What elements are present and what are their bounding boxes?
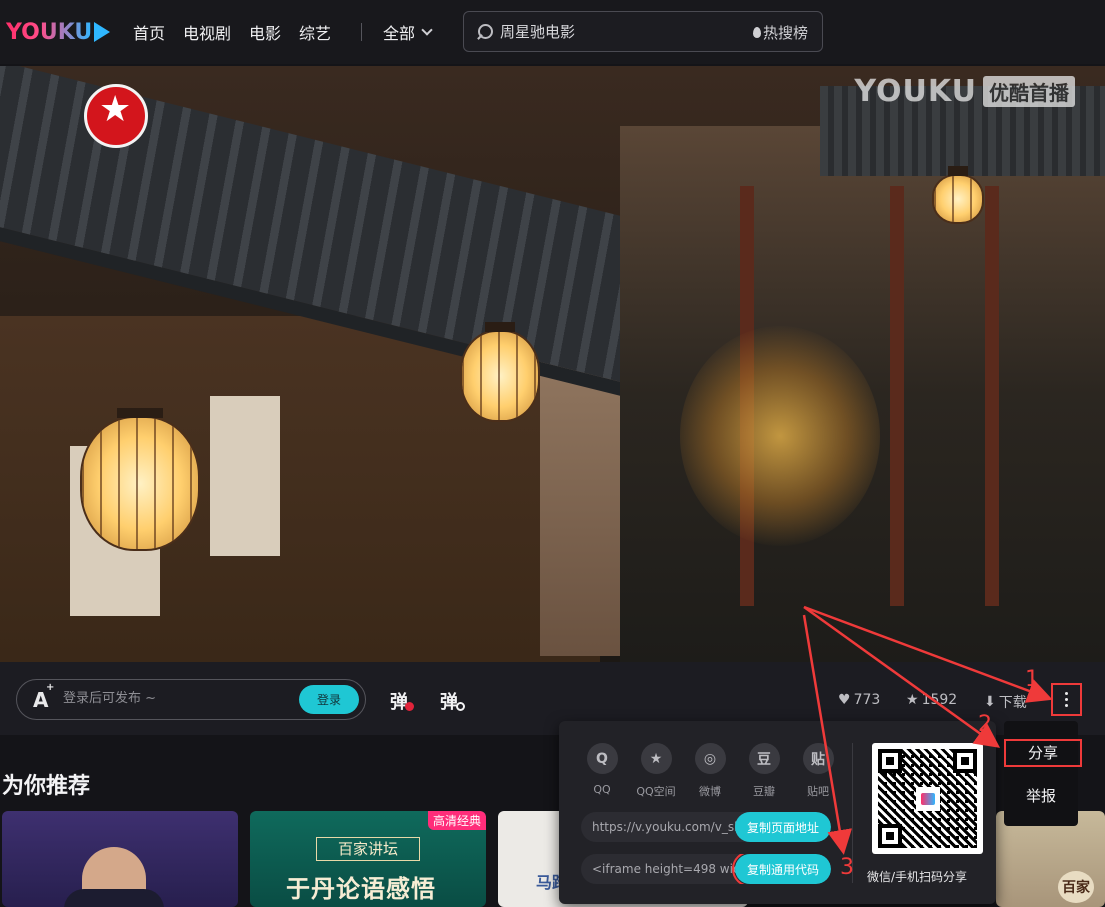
video-watermark: YOUKU 优酷首播: [854, 74, 1075, 109]
hd-classic-badge: 高清经典: [427, 811, 486, 830]
download-icon: ⬇: [984, 694, 996, 710]
share-label: QQ: [593, 783, 611, 796]
share-weibo[interactable]: ◎ 微博: [683, 743, 737, 799]
search-input[interactable]: [500, 22, 720, 42]
embed-code-row: <iframe height=498 width=510 复制通用代码: [581, 854, 831, 884]
youku-logo[interactable]: YOUKU: [6, 18, 111, 46]
video-scene-lantern: [932, 166, 984, 224]
menu-item-report[interactable]: 举报: [1004, 785, 1078, 806]
card-title: 百家: [1058, 871, 1094, 903]
share-tieba[interactable]: 贴 贴吧: [791, 743, 845, 799]
qr-finder: [878, 824, 902, 848]
recommend-card[interactable]: [2, 811, 238, 907]
download-button[interactable]: ⬇ 下载: [984, 692, 1027, 712]
watermark-text: YOUKU: [854, 74, 977, 109]
logo-text: YOUKU: [6, 19, 93, 45]
favorite-count: 1592: [921, 692, 958, 708]
video-scene-lantern: [80, 408, 200, 551]
video-scene-lantern: [460, 322, 540, 422]
nav-item-home[interactable]: 首页: [133, 20, 165, 44]
qq-icon: Q: [586, 743, 618, 774]
danmu-input-box: A 登录: [16, 679, 366, 720]
video-scene-pillar: [890, 186, 904, 606]
top-navigation-bar: YOUKU 首页 电视剧 电影 综艺 全部 热搜榜: [0, 0, 1105, 64]
share-qr-code: [872, 743, 983, 854]
share-label: 微博: [699, 785, 721, 798]
share-label: QQ空间: [636, 785, 676, 798]
qr-caption: 微信/手机扫码分享: [867, 870, 968, 884]
video-scene-pillar: [985, 186, 999, 606]
annotation-number-3: 3: [840, 855, 854, 880]
share-targets: Q QQ ★ QQ空间 ◎ 微博 豆 豆瓣 贴 贴吧: [575, 743, 845, 799]
hot-search-label: 热搜榜: [762, 24, 808, 42]
tv-station-logo: [84, 84, 148, 148]
qr-finder: [878, 749, 902, 773]
share-qzone[interactable]: ★ QQ空间: [629, 743, 683, 799]
danmu-input[interactable]: [63, 691, 283, 706]
annotation-number-2: 2: [978, 712, 992, 737]
more-options-menu: 分享 举报: [1004, 721, 1082, 826]
kebab-dot: [1065, 704, 1068, 707]
copy-embed-code-button[interactable]: 复制通用代码: [731, 854, 831, 884]
like-count: 773: [853, 692, 881, 708]
page-url-text[interactable]: https://v.youku.com/v_show: [592, 820, 759, 834]
share-douban[interactable]: 豆 豆瓣: [737, 743, 791, 799]
main-nav: 首页 电视剧 电影 综艺: [133, 20, 349, 44]
douban-icon: 豆: [748, 743, 780, 774]
recommend-section-title: 为你推荐: [2, 774, 91, 799]
danmu-settings-icon[interactable]: 弹: [440, 688, 458, 714]
nav-item-variety[interactable]: 综艺: [299, 20, 331, 44]
watermark-badge: 优酷首播: [983, 76, 1075, 107]
qr-code-pattern: [878, 749, 977, 848]
menu-item-share[interactable]: 分享: [1004, 739, 1082, 767]
chevron-down-icon: [421, 24, 433, 36]
favorite-button[interactable]: ★ 1592: [906, 692, 957, 708]
share-label: 贴吧: [807, 785, 829, 798]
video-scene-poster: [210, 396, 280, 556]
kebab-dot: [1065, 692, 1068, 695]
more-options-button[interactable]: [1051, 683, 1082, 716]
search-box: 热搜榜: [463, 11, 823, 52]
nav-item-tv[interactable]: 电视剧: [183, 20, 231, 44]
star-icon: ★: [906, 692, 919, 708]
page-url-row: https://v.youku.com/v_show 复制页面地址: [581, 812, 831, 842]
hot-search-link[interactable]: 热搜榜: [752, 22, 808, 43]
video-player[interactable]: YOUKU 优酷首播: [0, 66, 1105, 662]
share-qq[interactable]: Q QQ: [575, 743, 629, 799]
nav-all-label: 全部: [383, 24, 416, 43]
login-button[interactable]: 登录: [299, 685, 359, 714]
share-label: 豆瓣: [753, 785, 775, 798]
annotation-number-1: 1: [1025, 667, 1039, 692]
kebab-dot: [1065, 698, 1068, 701]
download-label: 下载: [998, 695, 1027, 711]
qr-finder: [953, 749, 977, 773]
search-icon[interactable]: [478, 24, 493, 39]
like-button[interactable]: ♥ 773: [838, 692, 880, 708]
danmu-style-icon[interactable]: A: [33, 682, 55, 712]
card-title: 于丹论语感悟: [286, 874, 436, 903]
qzone-icon: ★: [640, 743, 672, 774]
flame-icon: [752, 27, 761, 38]
danmu-off-badge-icon: [405, 702, 414, 711]
weibo-icon: ◎: [694, 743, 726, 774]
recommend-card[interactable]: 高清经典 百家讲坛 于丹论语感悟: [250, 811, 486, 907]
card-subtitle: 百家讲坛: [316, 837, 420, 861]
nav-item-movie[interactable]: 电影: [249, 20, 281, 44]
danmu-toggle-icon[interactable]: 弹: [390, 688, 408, 714]
share-panel: Q QQ ★ QQ空间 ◎ 微博 豆 豆瓣 贴 贴吧 https://v.you…: [559, 721, 996, 904]
tieba-icon: 贴: [802, 743, 834, 774]
logo-play-icon: [94, 22, 111, 42]
heart-icon: ♥: [838, 692, 851, 708]
video-scene-tree: [680, 326, 880, 546]
card-thumbnail-suit: [64, 889, 164, 907]
youku-qr-logo-icon: [916, 787, 940, 811]
danmu-settings-badge-icon: [456, 702, 465, 711]
nav-all-dropdown[interactable]: 全部: [383, 20, 433, 44]
nav-divider: [361, 23, 362, 41]
copy-page-url-button[interactable]: 复制页面地址: [734, 812, 831, 842]
